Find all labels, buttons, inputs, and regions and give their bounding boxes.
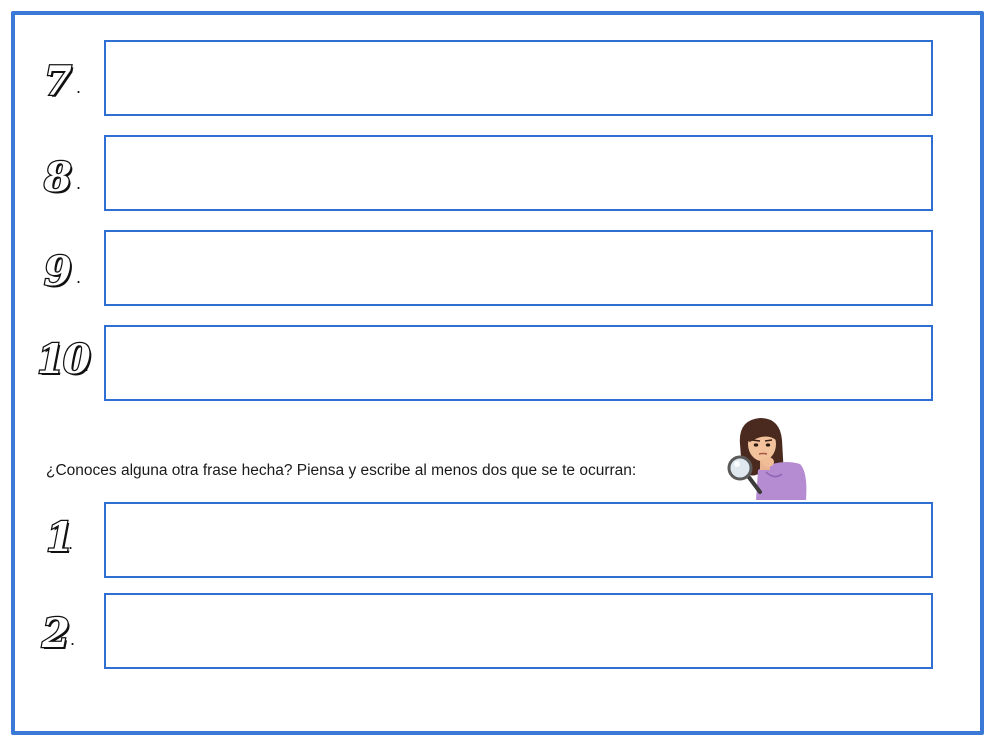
item-dot-8: . xyxy=(76,173,82,193)
item-dot-9: . xyxy=(76,267,82,287)
extra-item-number-2: 2 xyxy=(41,610,71,657)
extra-phrases-prompt: ¿Conoces alguna otra frase hecha? Piensa… xyxy=(46,462,637,479)
extra-item-dot-2: . xyxy=(70,629,76,649)
extra-answer-field-1[interactable] xyxy=(104,502,933,578)
answer-field-7[interactable] xyxy=(104,40,933,116)
item-number-9: 9 xyxy=(43,248,73,295)
girl-with-magnifying-glass-avatar-icon xyxy=(727,418,807,500)
item-number-10: 10 xyxy=(36,336,92,383)
item-dot-7: . xyxy=(76,77,82,97)
answer-field-9[interactable] xyxy=(104,230,933,306)
extra-answer-field-2[interactable] xyxy=(104,593,933,669)
item-dot-10: . xyxy=(84,355,90,375)
answer-field-10[interactable] xyxy=(104,325,933,401)
answer-field-8[interactable] xyxy=(104,135,933,211)
item-number-8: 8 xyxy=(43,154,73,201)
item-number-7: 7 xyxy=(43,58,73,105)
extra-item-dot-1: . xyxy=(68,533,74,553)
worksheet-page: 7 . 8 . 9 . 10 . ¿Conoces alguna otra fr… xyxy=(0,0,1000,749)
